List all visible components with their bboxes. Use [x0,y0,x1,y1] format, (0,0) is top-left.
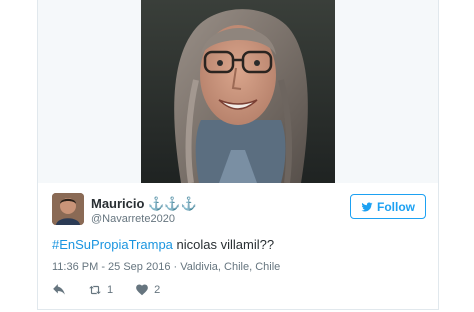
twitter-bird-icon [361,202,373,211]
like-count: 2 [154,284,161,296]
display-name[interactable]: Mauricio ⚓⚓⚓ [91,196,197,212]
tweet-timestamp[interactable]: 11:36 PM - 25 Sep 2016 · Valdivia, Chile… [52,261,280,273]
retweet-count: 1 [107,284,114,296]
tweet-text-body: nicolas villamil?? [172,237,275,252]
tweet-media[interactable] [38,0,438,183]
tweet-actions: 1 2 [52,283,182,297]
reply-action[interactable] [52,283,66,297]
follow-label: Follow [377,199,415,214]
media-photo[interactable] [141,0,335,183]
tweet-text: #EnSuPropiaTrampa nicolas villamil?? [52,237,274,252]
like-action[interactable]: 2 [135,283,160,297]
retweet-icon [89,285,101,295]
heart-icon [136,284,148,296]
avatar[interactable] [52,193,84,225]
portrait-image [141,0,335,183]
reply-icon [53,284,65,295]
avatar-image [52,193,84,225]
tweet-card: Mauricio ⚓⚓⚓ @Navarrete2020 Follow #EnSu… [37,0,439,310]
hashtag-link[interactable]: #EnSuPropiaTrampa [52,237,173,252]
screen-name[interactable]: @Navarrete2020 [91,213,175,225]
follow-button[interactable]: Follow [350,194,426,219]
retweet-action[interactable]: 1 [88,283,113,297]
tweet-body: Mauricio ⚓⚓⚓ @Navarrete2020 Follow #EnSu… [38,183,438,310]
